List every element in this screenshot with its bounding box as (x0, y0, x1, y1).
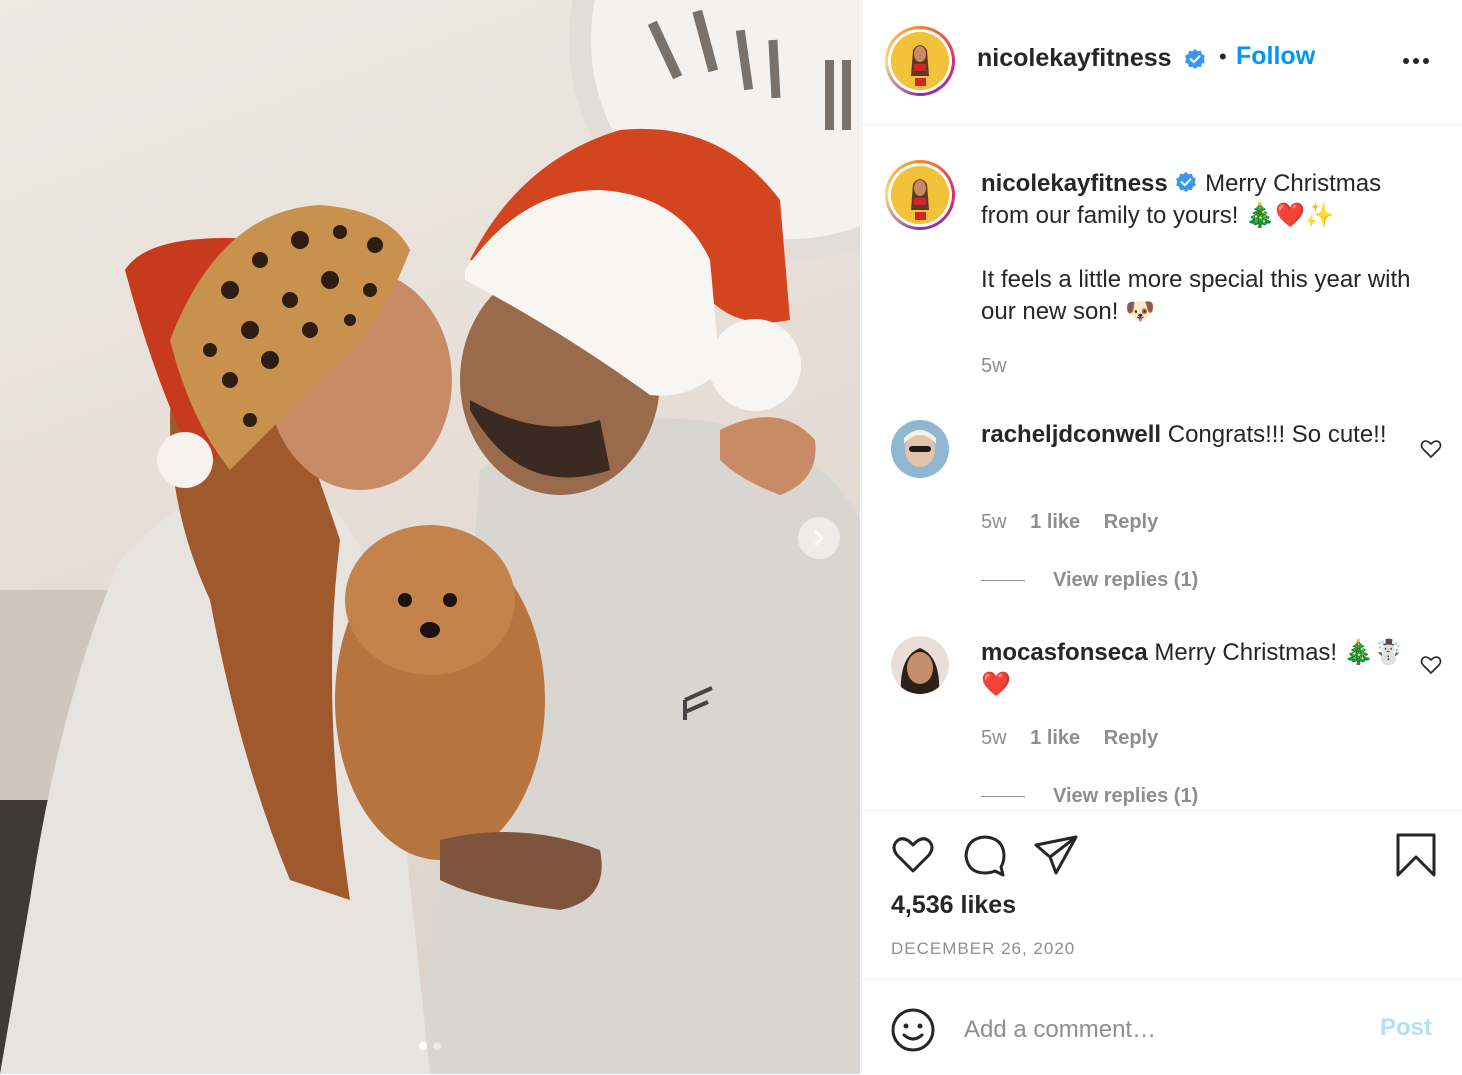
bookmark-icon[interactable] (1392, 831, 1440, 879)
comments-section[interactable]: nicolekayfitness Merry Christmas from ou… (862, 125, 1462, 810)
post-actions: 4,536 likes DECEMBER 26, 2020 (862, 810, 1462, 979)
caption-time: 5w (981, 355, 1025, 378)
add-comment-bar: Post (862, 979, 1462, 1075)
author-username[interactable]: nicolekayfitness (977, 44, 1172, 73)
comment-1-meta: 5w 1 like Reply (981, 511, 1176, 534)
comment-1-likes[interactable]: 1 like (1030, 511, 1080, 533)
avatar-image (891, 32, 949, 90)
comment-2-likes[interactable]: 1 like (1030, 727, 1080, 749)
comment-like-heart-icon[interactable] (1419, 653, 1443, 677)
comment-like-heart-icon[interactable] (1419, 437, 1443, 461)
post-comment-button[interactable]: Post (1380, 1014, 1432, 1042)
post-header: nicolekayfitness • Follow (862, 0, 1462, 125)
caption-author-avatar[interactable] (885, 160, 955, 230)
puppy-eye-right (443, 593, 457, 607)
carousel-indicator (0, 1042, 860, 1050)
share-icon[interactable] (1032, 831, 1080, 879)
comment-2-text: mocasfonseca Merry Christmas! 🎄☃️❤️ (981, 637, 1421, 701)
emoji-icon[interactable] (889, 1006, 937, 1054)
commenter-avatar[interactable] (891, 420, 949, 478)
commenter-avatar[interactable] (891, 636, 949, 694)
photo-illustration (0, 0, 860, 1074)
comment-2-view-replies[interactable]: View replies (1) (981, 785, 1198, 808)
comment-icon[interactable] (961, 831, 1009, 879)
post-side-panel: nicolekayfitness • Follow nicolekayfitne… (861, 0, 1462, 1074)
author-avatar[interactable] (885, 26, 955, 96)
post-photo[interactable] (0, 0, 860, 1074)
carousel-dot-active (419, 1042, 427, 1050)
comment-1-time[interactable]: 5w (981, 511, 1007, 533)
carousel-dot (433, 1042, 441, 1050)
man-hat-pompom (709, 319, 801, 411)
comment-input[interactable] (962, 1010, 1346, 1050)
comment-1-username[interactable]: racheljdconwell (981, 421, 1161, 448)
more-options-icon[interactable] (1396, 46, 1436, 76)
puppy-nose (420, 622, 440, 638)
puppy-head (345, 525, 515, 675)
comment-2-time[interactable]: 5w (981, 727, 1007, 749)
replies-line (981, 580, 1025, 582)
comment-2-meta: 5w 1 like Reply (981, 727, 1176, 750)
avatar-image (891, 166, 949, 224)
caption-text: nicolekayfitness Merry Christmas from ou… (981, 168, 1421, 232)
heart-icon[interactable] (889, 831, 937, 879)
comment-2-reply-button[interactable]: Reply (1104, 727, 1158, 749)
view-replies-label[interactable]: View replies (1) (1053, 569, 1198, 591)
comment-1-reply-button[interactable]: Reply (1104, 511, 1158, 533)
follow-button[interactable]: Follow (1236, 42, 1315, 71)
carousel-next-button[interactable] (798, 517, 840, 559)
avatar-image (891, 636, 949, 694)
verified-badge-icon (1176, 172, 1197, 192)
caption-line-2: It feels a little more special this year… (981, 266, 1411, 325)
comment-2-username[interactable]: mocasfonseca (981, 639, 1148, 666)
puppy-eye-left (398, 593, 412, 607)
comment-1-text: racheljdconwell Congrats!!! So cute!! (981, 419, 1421, 451)
likes-count[interactable]: 4,536 likes (891, 891, 1016, 920)
view-replies-label[interactable]: View replies (1) (1053, 785, 1198, 807)
avatar-image (891, 420, 949, 478)
caption-timestamp[interactable]: 5w (981, 355, 1007, 377)
comment-1-body: Congrats!!! So cute!! (1167, 421, 1387, 448)
post-date[interactable]: DECEMBER 26, 2020 (891, 939, 1075, 959)
caption-username[interactable]: nicolekayfitness (981, 170, 1168, 197)
header-separator: • (1219, 44, 1227, 69)
comment-1-view-replies[interactable]: View replies (1) (981, 569, 1198, 592)
replies-line (981, 796, 1025, 798)
chevron-right-icon (814, 530, 824, 546)
woman-hat-pompom (157, 432, 213, 488)
verified-badge-icon (1185, 49, 1205, 69)
